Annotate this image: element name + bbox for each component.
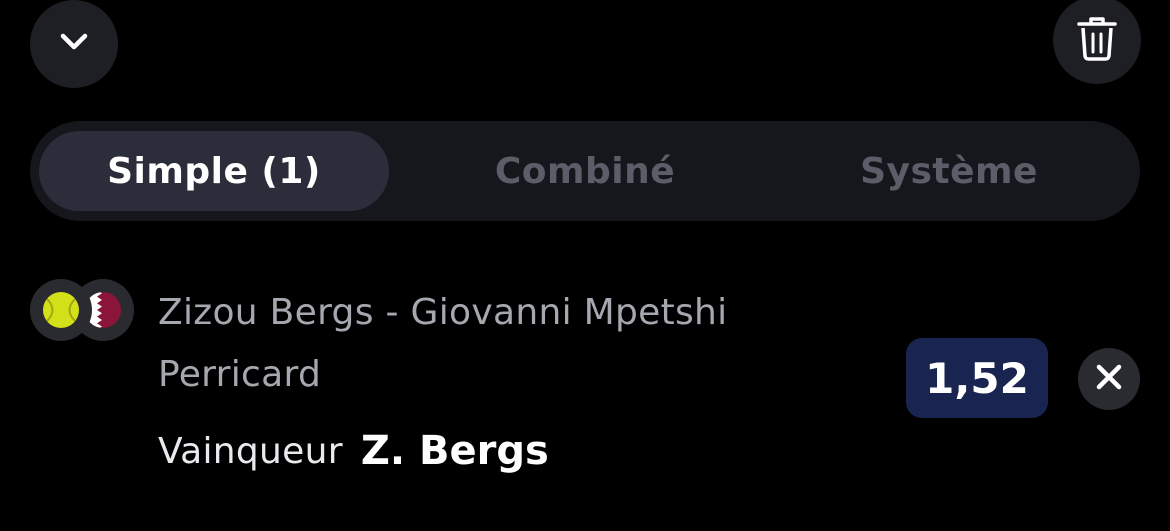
event-icons xyxy=(30,279,134,341)
chevron-down-icon xyxy=(54,22,94,66)
odds-badge[interactable]: 1,52 xyxy=(906,338,1048,418)
tennis-ball-icon xyxy=(30,279,92,341)
collapse-button[interactable] xyxy=(30,0,118,88)
match-name: Zizou Bergs - Giovanni Mpetshi Perricard xyxy=(158,292,728,395)
selection-label: Z. Bergs xyxy=(360,428,549,474)
market-label: Vainqueur xyxy=(158,430,343,472)
trash-icon xyxy=(1075,14,1119,66)
tab-systeme[interactable]: Système xyxy=(774,131,1124,211)
remove-bet-button[interactable] xyxy=(1078,348,1140,410)
bet-type-tabs: Simple (1) Combiné Système xyxy=(30,121,1140,221)
delete-all-button[interactable] xyxy=(1053,0,1141,84)
tab-combine[interactable]: Combiné xyxy=(410,131,760,211)
bet-selection: Vainqueur Z. Bergs xyxy=(158,420,549,482)
close-icon xyxy=(1094,362,1124,396)
tab-simple[interactable]: Simple (1) xyxy=(39,131,389,211)
